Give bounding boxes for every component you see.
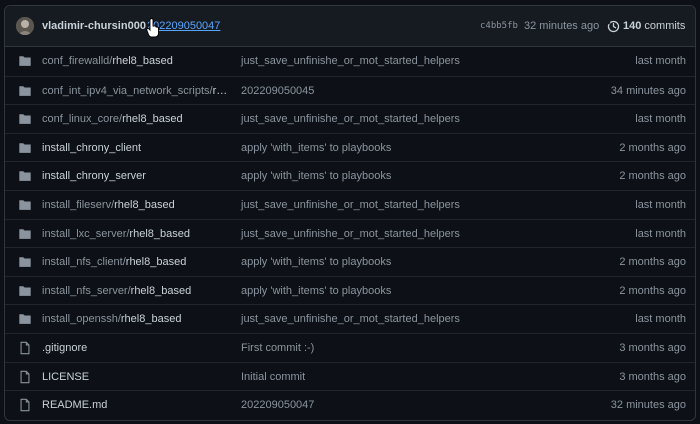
commit-message-link[interactable]: apply 'with_items' to playbooks — [241, 142, 391, 154]
folder-icon — [18, 255, 32, 269]
commit-age: 3 months ago — [619, 370, 686, 383]
file-name-prefix: install_fileserv/ — [42, 198, 115, 211]
folder-icon — [18, 54, 32, 68]
commit-message-link[interactable]: just_save_unfinishe_or_mot_started_helpe… — [241, 313, 460, 325]
commit-age: 2 months ago — [619, 284, 686, 297]
file-name-main: rhel8_based — [120, 313, 182, 326]
commit-message-link[interactable]: apply 'with_items' to playbooks — [241, 285, 391, 297]
file-name-prefix: install_lxc_server/ — [42, 227, 130, 240]
file-icon — [18, 341, 32, 355]
folder-icon — [18, 198, 32, 212]
commit-message-link[interactable]: 202209050047 — [241, 399, 314, 411]
commit-message-link[interactable]: apply 'with_items' to playbooks — [241, 170, 391, 182]
file-name-main: rhel8_based — [112, 55, 173, 67]
file-row[interactable]: install_fileserv/rhel8_based just_save_un… — [5, 189, 695, 219]
file-name-main: rhel8_based — [114, 198, 175, 211]
commits-count: 140 — [623, 20, 642, 32]
commit-age: last month — [635, 313, 686, 326]
file-name-link[interactable]: README.md — [42, 399, 232, 411]
file-name-link[interactable]: LICENSE — [42, 371, 232, 383]
file-name-prefix: conf_firewalld/ — [42, 55, 113, 67]
commit-sha-link[interactable]: c4bb5fb — [480, 21, 518, 31]
commit-message-link[interactable]: just_save_unfinishe_or_mot_started_helpe… — [241, 228, 460, 240]
file-row[interactable]: install_lxc_server/rhel8_based just_save_… — [5, 218, 695, 248]
file-name-link[interactable]: install_openssh/rhel8_based — [42, 313, 232, 325]
file-name-link[interactable]: install_lxc_server/rhel8_based — [42, 228, 232, 240]
file-name-prefix: conf_int_ipv4_via_network_scripts/ — [42, 84, 213, 97]
file-name-link[interactable]: install_chrony_client — [42, 142, 232, 154]
file-name-link[interactable]: install_nfs_server/rhel8_based — [42, 285, 232, 297]
avatar[interactable] — [16, 17, 34, 35]
file-icon — [18, 398, 32, 412]
file-row[interactable]: install_nfs_client/rhel8_based apply 'wit… — [5, 247, 695, 276]
commit-message-link[interactable]: Initial commit — [241, 371, 305, 383]
commit-message-link[interactable]: just_save_unfinishe_or_mot_started_helpe… — [241, 55, 460, 67]
commit-age: 34 minutes ago — [610, 84, 686, 97]
commits-count-link[interactable]: 140 commits — [623, 20, 685, 32]
commit-age: 2 months ago — [619, 170, 686, 183]
folder-icon — [18, 141, 32, 155]
commit-age: 2 months ago — [619, 141, 686, 154]
file-row[interactable]: install_chrony_client apply 'with_items' … — [5, 132, 695, 162]
file-row[interactable]: install_openssh/rhel8_based just_save_unf… — [5, 304, 695, 333]
file-name-main: rhel8_based — [122, 113, 183, 126]
file-name-prefix: install_nfs_client/ — [42, 256, 126, 269]
commit-age: 3 months ago — [619, 341, 686, 354]
file-name-link[interactable]: conf_linux_core/rhel8_based — [42, 113, 232, 125]
file-row[interactable]: conf_firewalld/rhel8_based just_save_unfi… — [5, 47, 695, 76]
file-name-main: install_chrony_server — [42, 170, 146, 183]
file-name-link[interactable]: install_nfs_client/rhel8_based — [42, 256, 232, 268]
file-row[interactable]: .gitignore First commit :-) 3 months ago — [5, 332, 695, 362]
file-icon — [18, 370, 32, 384]
folder-icon — [18, 227, 32, 241]
file-name-main: rhe… — [212, 84, 232, 97]
file-row[interactable]: install_chrony_server apply 'with_items' … — [5, 161, 695, 190]
file-name-link[interactable]: conf_firewalld/rhel8_based — [42, 55, 232, 67]
file-name-prefix: install_nfs_server/ — [42, 284, 131, 297]
commit-message-link[interactable]: just_save_unfinishe_or_mot_started_helpe… — [241, 113, 460, 125]
file-name-link[interactable]: .gitignore — [42, 342, 232, 354]
commit-time: 32 minutes ago — [524, 20, 600, 32]
commits-label: commits — [644, 20, 686, 32]
commit-message-link[interactable]: 202209050045 — [241, 85, 314, 97]
hand-pointer-icon — [146, 18, 159, 38]
file-name-main: README.md — [42, 399, 108, 412]
file-name-main: rhel8_based — [130, 284, 192, 297]
file-name-link[interactable]: install_fileserv/rhel8_based — [42, 199, 232, 211]
file-row[interactable]: LICENSE Initial commit 3 months ago — [5, 361, 695, 391]
commit-message-link[interactable]: apply 'with_items' to playbooks — [241, 256, 391, 268]
file-list: conf_firewalld/rhel8_based just_save_unfi… — [5, 47, 695, 419]
commit-message-link[interactable]: First commit :-) — [241, 342, 314, 354]
file-name-main: install_chrony_client — [42, 141, 142, 154]
commit-age: 2 months ago — [619, 256, 686, 269]
commit-author-link[interactable]: vladimir-chursin000 — [42, 20, 146, 32]
file-row[interactable]: install_nfs_server/rhel8_based apply 'wit… — [5, 275, 695, 305]
commit-message-link[interactable]: just_save_unfinishe_or_mot_started_helpe… — [241, 199, 460, 211]
folder-icon — [18, 84, 32, 98]
commit-age: last month — [635, 227, 686, 240]
history-icon — [607, 20, 620, 33]
folder-icon — [18, 112, 32, 126]
file-name-main: rhel8_based — [125, 256, 187, 269]
file-row[interactable]: README.md 202209050047 32 minutes ago — [5, 390, 695, 419]
commit-age: last month — [635, 198, 686, 211]
folder-icon — [18, 312, 32, 326]
file-name-prefix: conf_linux_core/ — [42, 113, 123, 126]
file-name-prefix: install_openssh/ — [42, 313, 121, 326]
file-name-link[interactable]: conf_int_ipv4_via_network_scripts/rhe… — [42, 85, 232, 97]
file-row[interactable]: conf_linux_core/rhel8_based just_save_unf… — [5, 104, 695, 133]
file-name-main: .gitignore — [42, 341, 88, 354]
folder-icon — [18, 169, 32, 183]
folder-icon — [18, 284, 32, 298]
commit-age: last month — [635, 113, 686, 126]
file-name-main: LICENSE — [42, 370, 90, 383]
latest-commit-bar: vladimir-chursin000 202209050047 c4bb5fb… — [5, 6, 695, 47]
file-name-link[interactable]: install_chrony_server — [42, 170, 232, 182]
commit-age: last month — [635, 55, 686, 67]
commit-age: 32 minutes ago — [610, 399, 686, 412]
file-row[interactable]: conf_int_ipv4_via_network_scripts/rhe… 20… — [5, 75, 695, 105]
file-browser: vladimir-chursin000 202209050047 c4bb5fb… — [4, 5, 696, 421]
file-name-main: rhel8_based — [129, 227, 190, 240]
